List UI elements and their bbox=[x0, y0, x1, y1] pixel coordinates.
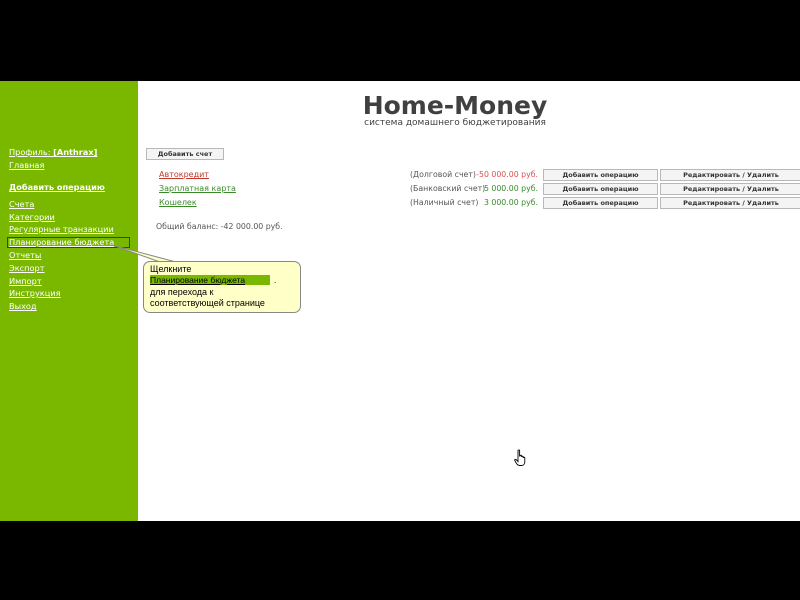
brand-header: Home-Money система домашнего бюджетирова… bbox=[330, 91, 580, 128]
total-balance: Общий баланс: -42 000.00 руб. bbox=[156, 222, 283, 231]
app-window: Профиль: [Anthrax] Главная Добавить опер… bbox=[0, 81, 800, 521]
sidebar-item-categories[interactable]: Категории bbox=[9, 212, 55, 222]
sidebar-item-regular-transactions[interactable]: Регулярные транзакции bbox=[9, 224, 114, 234]
edit-delete-button[interactable]: Редактировать / Удалить bbox=[660, 183, 800, 195]
edit-delete-button[interactable]: Редактировать / Удалить bbox=[660, 197, 800, 209]
add-account-button[interactable]: Добавить счет bbox=[146, 148, 224, 160]
sidebar-item-instructions[interactable]: Инструкция bbox=[9, 288, 61, 298]
sidebar-item-export[interactable]: Экспорт bbox=[9, 263, 45, 273]
profile-username: [Anthrax] bbox=[53, 147, 98, 157]
edit-delete-button[interactable]: Редактировать / Удалить bbox=[660, 169, 800, 181]
brand-title: Home-Money bbox=[362, 91, 548, 120]
highlight-box bbox=[7, 237, 130, 248]
account-type: (Долговой счет) bbox=[410, 170, 476, 179]
callout-link-highlight: Планирование бюджета bbox=[150, 275, 270, 285]
sidebar-item-profile[interactable]: Профиль: [Anthrax] bbox=[9, 147, 97, 157]
callout-dot: . bbox=[274, 275, 277, 285]
tutorial-callout: Щелкните Планирование бюджета . для пере… bbox=[143, 261, 301, 313]
account-name-link[interactable]: Автокредит bbox=[159, 170, 209, 179]
hand-cursor-icon bbox=[514, 449, 526, 466]
sidebar: Профиль: [Anthrax] Главная Добавить опер… bbox=[0, 81, 138, 521]
sidebar-item-home[interactable]: Главная bbox=[9, 160, 44, 170]
account-amount: 3 000.00 руб. bbox=[483, 198, 538, 207]
add-operation-button[interactable]: Добавить операцию bbox=[543, 197, 658, 209]
sidebar-item-reports[interactable]: Отчеты bbox=[9, 250, 41, 260]
sidebar-item-accounts[interactable]: Счета bbox=[9, 199, 34, 209]
account-amount: 5 000.00 руб. bbox=[483, 184, 538, 193]
brand-subtitle: система домашнего бюджетирования bbox=[364, 118, 546, 128]
account-name-link[interactable]: Кошелек bbox=[159, 198, 197, 207]
account-name-link[interactable]: Зарплатная карта bbox=[159, 184, 236, 193]
callout-line1: Щелкните bbox=[150, 264, 192, 274]
add-operation-button[interactable]: Добавить операцию bbox=[543, 169, 658, 181]
account-type: (Наличный счет) bbox=[410, 198, 479, 207]
account-type: (Банковский счет) bbox=[410, 184, 486, 193]
sidebar-item-logout[interactable]: Выход bbox=[9, 301, 37, 311]
account-amount: -50 000.00 руб. bbox=[476, 170, 538, 179]
sidebar-item-add-operation[interactable]: Добавить операцию bbox=[9, 182, 105, 192]
add-operation-button[interactable]: Добавить операцию bbox=[543, 183, 658, 195]
callout-line4: соответствующей странице bbox=[150, 298, 265, 308]
sidebar-item-import[interactable]: Импорт bbox=[9, 276, 42, 286]
callout-line3: для перехода к bbox=[150, 287, 214, 297]
profile-label: Профиль: bbox=[9, 147, 54, 157]
